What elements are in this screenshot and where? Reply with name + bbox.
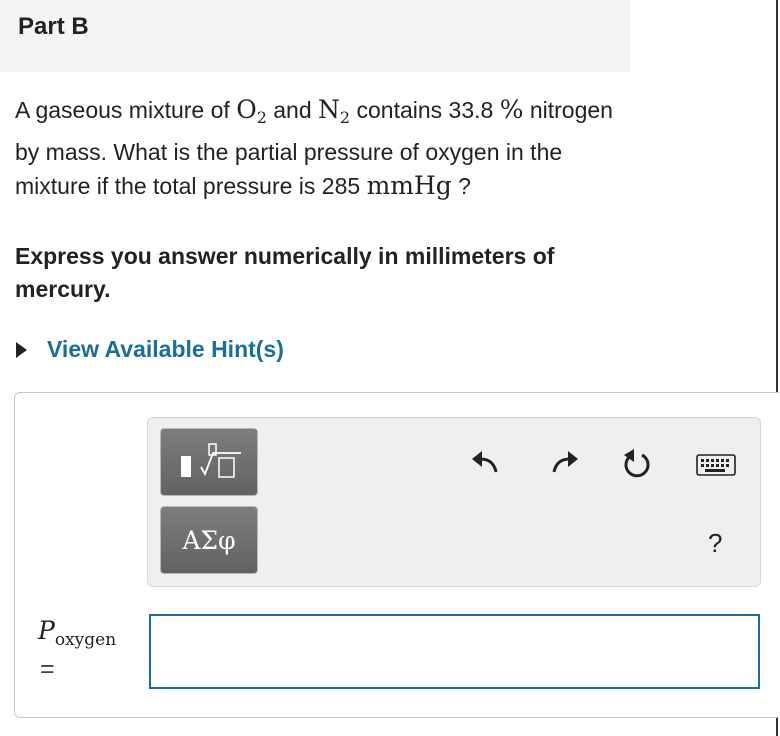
answer-input[interactable] bbox=[149, 614, 760, 689]
question-text: A gaseous mixture of O2 and N2 contains … bbox=[15, 93, 635, 203]
part-title: Part B bbox=[18, 13, 89, 40]
nitrogen-formula: N2 bbox=[318, 95, 351, 127]
nitrogen-symbol: N bbox=[318, 95, 340, 124]
question-text-5: ? bbox=[451, 173, 471, 199]
percent-symbol: % bbox=[499, 95, 524, 124]
help-button[interactable]: ? bbox=[708, 528, 722, 559]
pressure-unit: mmHg bbox=[366, 171, 452, 200]
view-hints-label: View Available Hint(s) bbox=[47, 336, 284, 362]
oxygen-subscript: 2 bbox=[256, 108, 267, 127]
question-text-3: contains 33.8 bbox=[350, 97, 500, 123]
view-hints-link[interactable]: View Available Hint(s) bbox=[16, 336, 284, 363]
answer-instruction: Express you answer numerically in millim… bbox=[15, 243, 555, 302]
keyboard-icon[interactable] bbox=[696, 454, 736, 476]
reset-icon[interactable] bbox=[622, 448, 652, 480]
undo-icon[interactable] bbox=[470, 448, 500, 478]
variable-subscript: oxygen bbox=[54, 630, 117, 650]
redo-icon[interactable] bbox=[550, 448, 580, 478]
math-toolbar: ΑΣφ ? bbox=[147, 417, 761, 587]
part-header: Part B bbox=[0, 0, 630, 72]
question-text-2: and bbox=[266, 97, 319, 123]
greek-symbols-button[interactable]: ΑΣφ bbox=[160, 506, 258, 574]
expand-triangle-icon bbox=[16, 341, 27, 358]
nitrogen-subscript: 2 bbox=[339, 108, 351, 127]
variable-symbol: P bbox=[38, 616, 55, 645]
templates-icon bbox=[181, 443, 241, 478]
templates-button[interactable] bbox=[160, 428, 258, 496]
oxygen-symbol: O bbox=[236, 95, 257, 124]
question-text-1: A gaseous mixture of bbox=[15, 97, 237, 123]
equals-sign: = bbox=[40, 655, 55, 683]
oxygen-formula: O2 bbox=[236, 95, 267, 127]
answer-variable-label: Poxygen bbox=[38, 616, 116, 650]
